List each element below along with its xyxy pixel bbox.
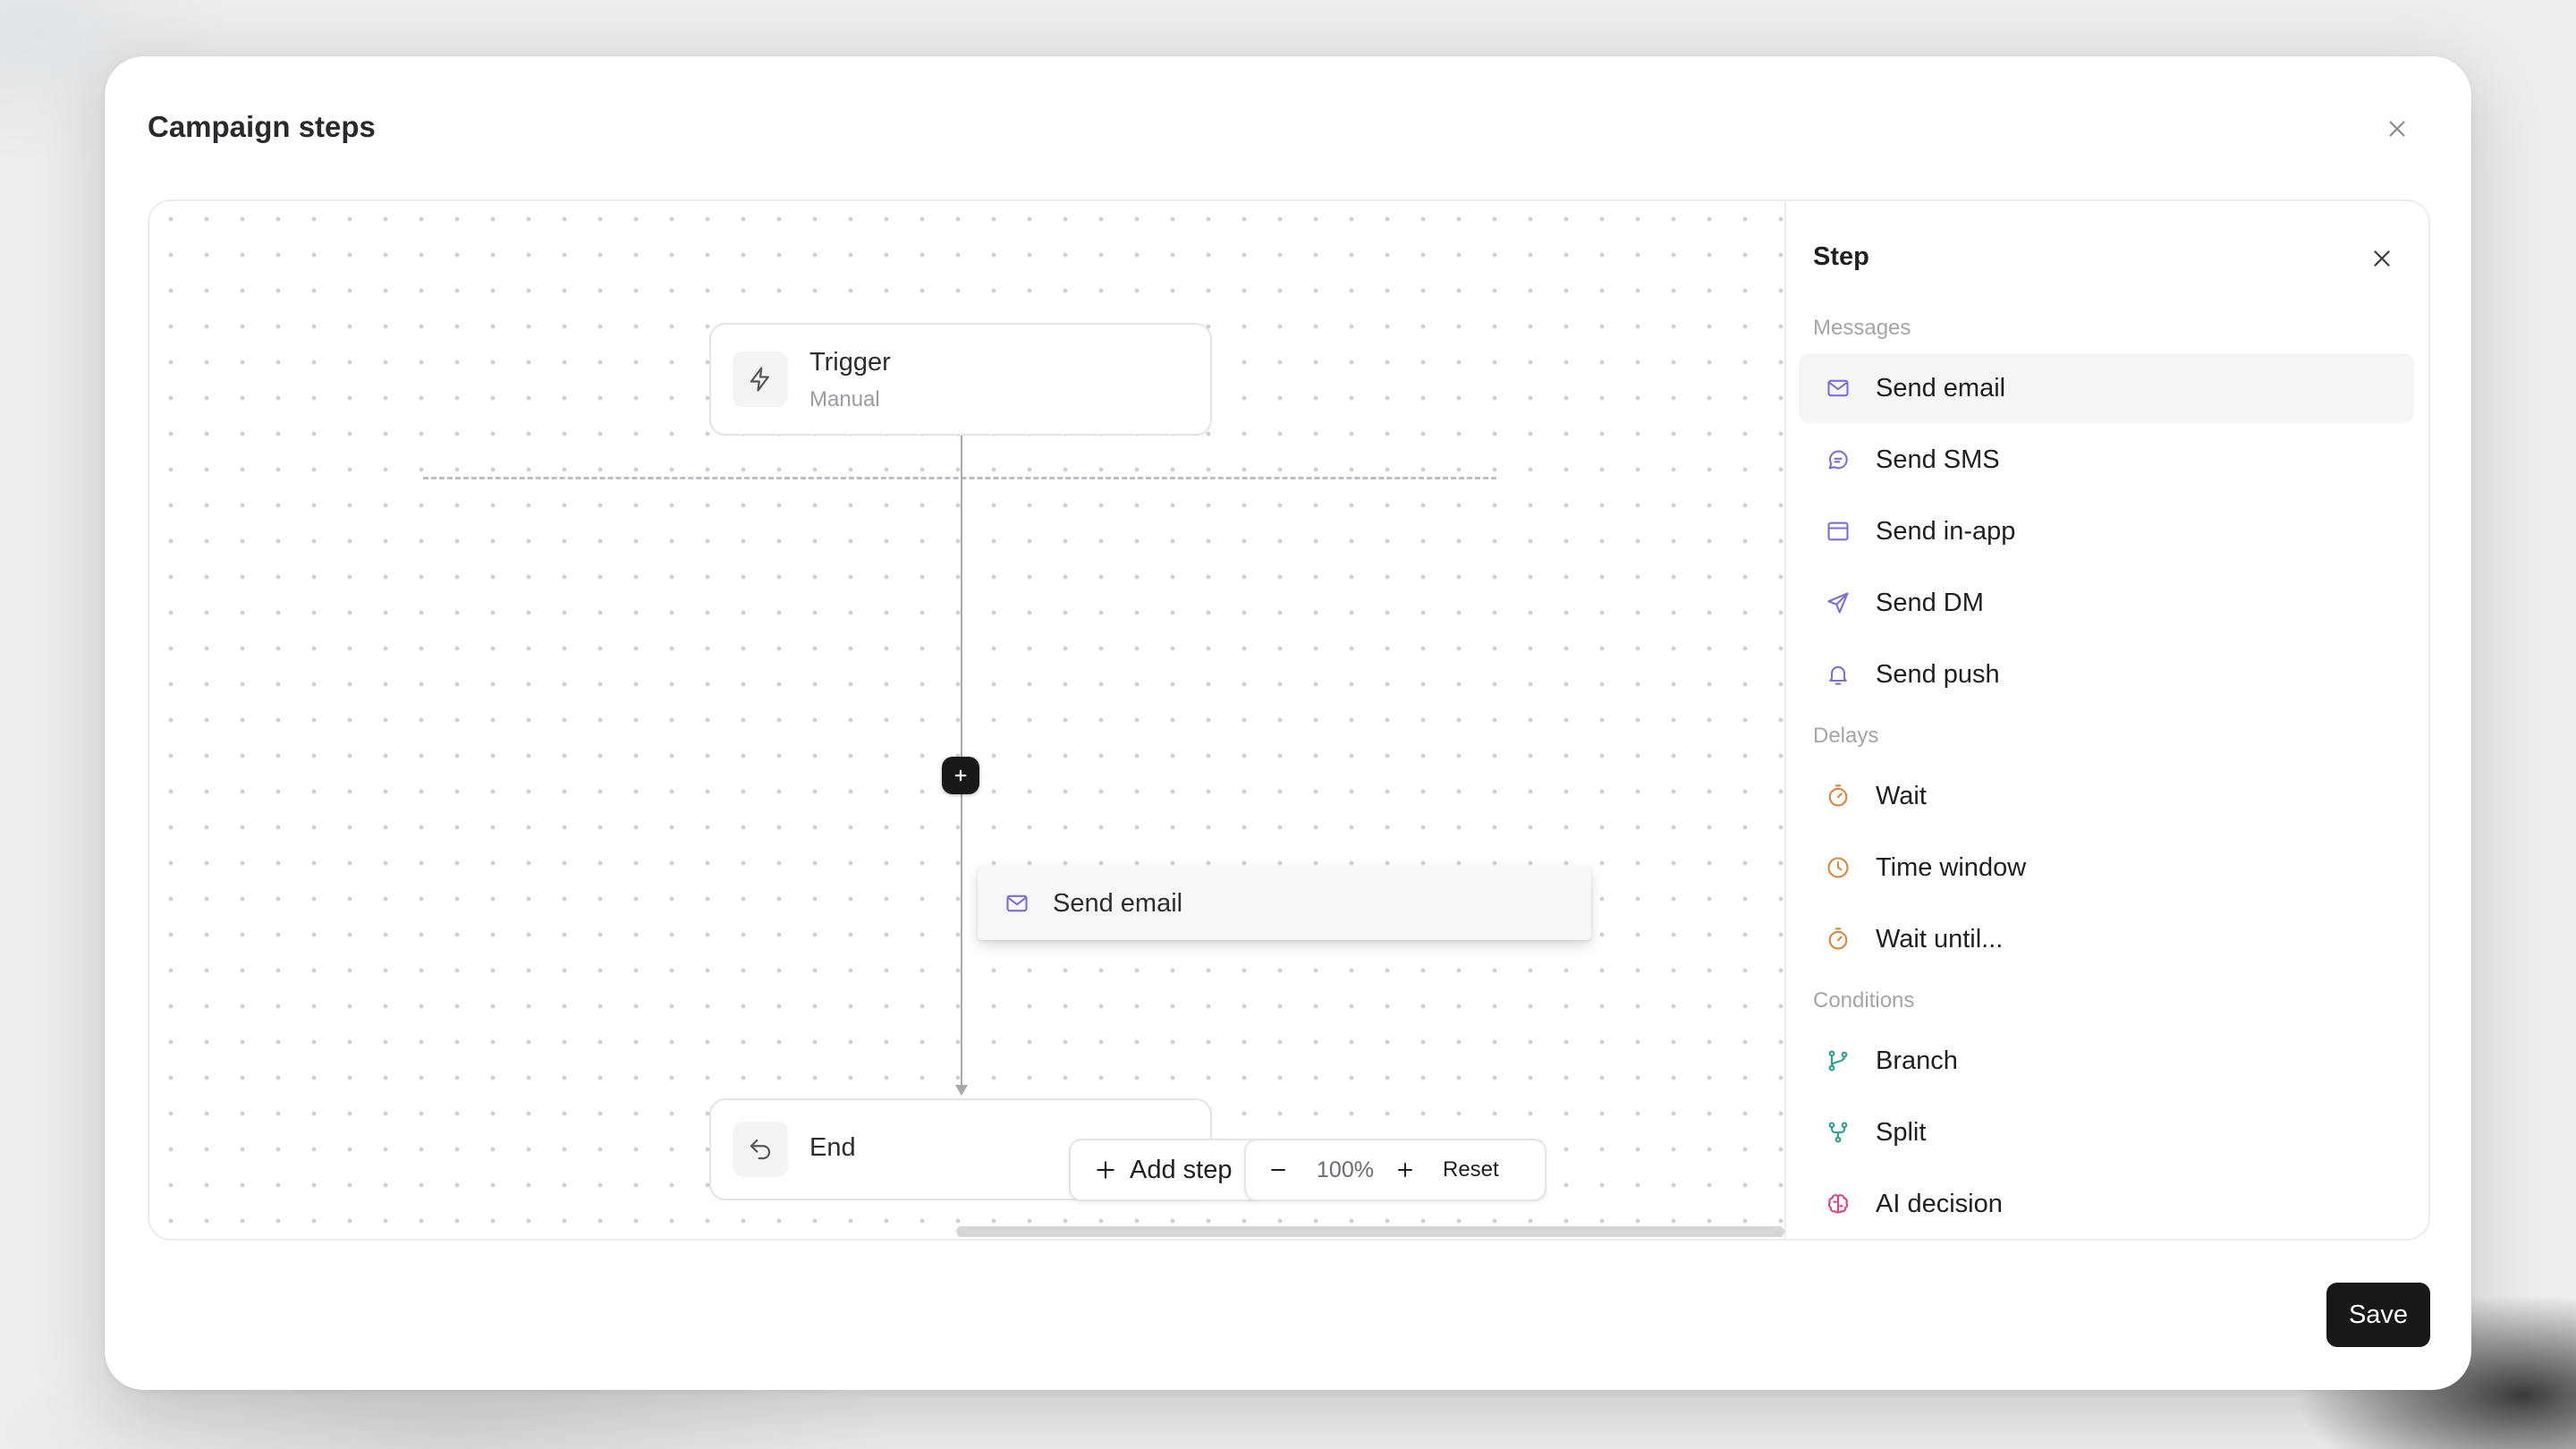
- minus-icon: [1271, 1169, 1285, 1171]
- send-icon: [1824, 589, 1852, 617]
- modal-title: Campaign steps: [148, 110, 376, 143]
- git-fork-icon: [1824, 1118, 1852, 1147]
- step-item-label: Send SMS: [1876, 445, 2000, 474]
- workflow-workspace: Trigger Manual Send email End Add step 1…: [148, 199, 2430, 1241]
- step-item-wait-until[interactable]: Wait until...: [1799, 904, 2414, 974]
- end-node-title: End: [809, 1133, 856, 1162]
- zoom-out-button[interactable]: [1260, 1152, 1296, 1188]
- clock-icon: [1824, 853, 1852, 882]
- step-panel: Step Messages Send email Send SMS Send i…: [1784, 201, 2428, 1239]
- step-item-send-in-app[interactable]: Send in-app: [1799, 496, 2414, 566]
- plus-icon: [954, 769, 967, 782]
- step-item-label: AI decision: [1876, 1189, 2003, 1218]
- step-item-label: Time window: [1876, 852, 2027, 882]
- app-window-icon: [1824, 517, 1852, 546]
- dragged-step-label: Send email: [1053, 888, 1183, 918]
- step-item-send-push[interactable]: Send push: [1799, 640, 2414, 709]
- save-button[interactable]: Save: [2326, 1283, 2430, 1347]
- undo-arrow-icon: [733, 1122, 788, 1177]
- campaign-steps-modal: Campaign steps Trigger Manual Send email…: [105, 56, 2471, 1390]
- step-item-label: Wait until...: [1876, 924, 2004, 953]
- section-label-conditions: Conditions: [1813, 988, 1915, 1013]
- mail-icon: [1824, 374, 1852, 402]
- step-item-label: Send DM: [1876, 588, 1984, 617]
- plus-icon: [1092, 1157, 1119, 1183]
- step-item-label: Wait: [1876, 781, 1927, 810]
- step-item-branch[interactable]: Branch: [1799, 1026, 2414, 1096]
- message-bubble-icon: [1824, 445, 1852, 474]
- close-icon: [2374, 250, 2390, 267]
- close-icon: [2389, 121, 2405, 137]
- brain-icon: [1824, 1190, 1852, 1218]
- step-item-label: Send in-app: [1876, 516, 2016, 546]
- add-step-button[interactable]: Add step: [1069, 1139, 1264, 1201]
- add-step-plus-button[interactable]: [942, 757, 979, 794]
- step-item-ai-decision[interactable]: AI decision: [1799, 1169, 2414, 1239]
- trigger-node[interactable]: Trigger Manual: [709, 323, 1212, 436]
- step-item-send-sms[interactable]: Send SMS: [1799, 425, 2414, 495]
- step-item-wait[interactable]: Wait: [1799, 761, 2414, 831]
- lightning-icon: [733, 352, 788, 407]
- mail-icon: [1003, 889, 1031, 918]
- dragged-step-preview[interactable]: Send email: [978, 867, 1591, 940]
- section-label-delays: Delays: [1813, 724, 1879, 748]
- horizontal-scrollbar[interactable]: [956, 1226, 1784, 1237]
- timer-icon: [1824, 782, 1852, 810]
- timer-icon: [1824, 925, 1852, 953]
- step-item-label: Split: [1876, 1117, 1927, 1147]
- step-item-time-window[interactable]: Time window: [1799, 833, 2414, 902]
- step-item-label: Send push: [1876, 659, 2000, 689]
- reset-zoom-button[interactable]: Reset: [1443, 1157, 1499, 1182]
- plus-icon: [1398, 1163, 1412, 1177]
- zoom-controls: 100% Reset: [1244, 1139, 1546, 1201]
- step-panel-close-button[interactable]: [2364, 241, 2400, 276]
- step-item-label: Branch: [1876, 1046, 1958, 1075]
- zoom-level: 100%: [1317, 1157, 1374, 1182]
- step-item-split[interactable]: Split: [1799, 1097, 2414, 1167]
- step-panel-title: Step: [1813, 242, 1869, 271]
- bell-icon: [1824, 660, 1852, 689]
- section-label-messages: Messages: [1813, 316, 1911, 340]
- step-item-label: Send email: [1876, 373, 2006, 402]
- git-branch-icon: [1824, 1046, 1852, 1075]
- connector-arrowhead: [955, 1085, 968, 1096]
- trigger-node-title: Trigger: [809, 348, 891, 377]
- step-item-send-dm[interactable]: Send DM: [1799, 568, 2414, 638]
- drop-indicator-line: [423, 477, 1496, 479]
- modal-close-button[interactable]: [2378, 110, 2416, 148]
- workflow-canvas[interactable]: Trigger Manual Send email End Add step 1…: [149, 201, 1784, 1239]
- zoom-in-button[interactable]: [1387, 1152, 1423, 1188]
- step-item-send-email[interactable]: Send email: [1799, 353, 2414, 423]
- add-step-label: Add step: [1130, 1155, 1233, 1184]
- trigger-node-subtitle: Manual: [809, 387, 880, 411]
